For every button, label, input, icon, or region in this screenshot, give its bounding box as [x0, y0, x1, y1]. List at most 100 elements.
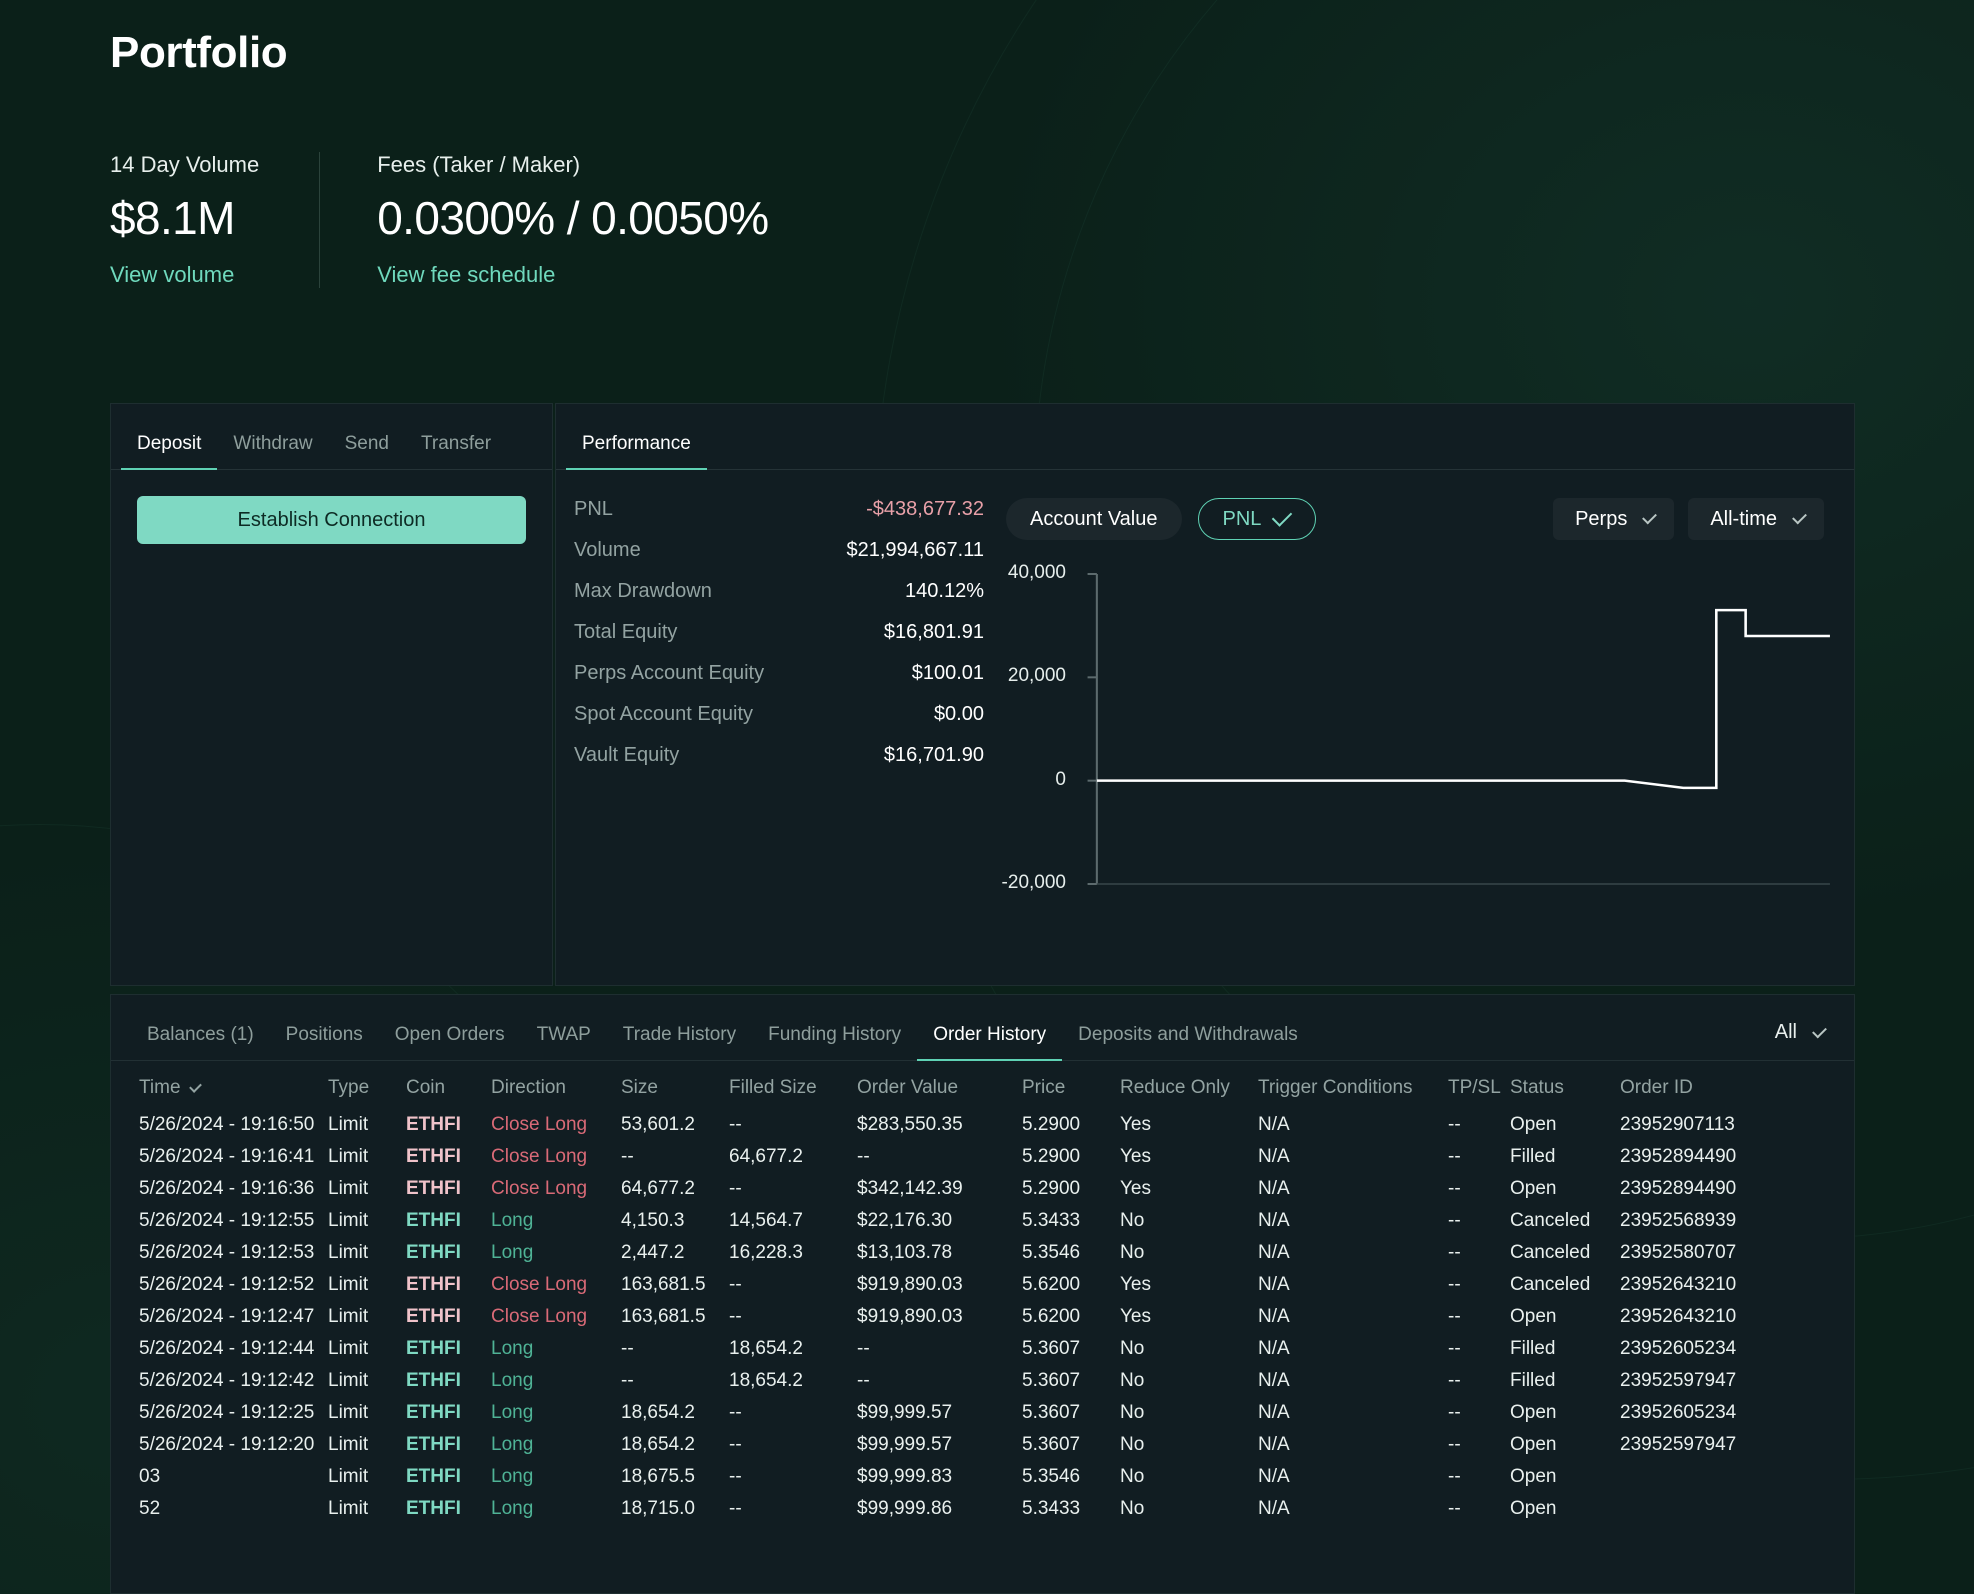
tab-withdraw[interactable]: Withdraw	[217, 433, 328, 469]
cell-filled-size: 64,677.2	[729, 1146, 803, 1167]
tab-funding-history[interactable]: Funding History	[752, 1024, 917, 1060]
table-row[interactable]: 5/26/2024 - 19:12:53 Limit ETHFI Long 2,447.…	[111, 1237, 1854, 1269]
cell-status: Filled	[1510, 1146, 1556, 1167]
cell-order-value: $99,999.86	[857, 1498, 953, 1519]
table-row[interactable]: 5/26/2024 - 19:12:25 Limit ETHFI Long 18,654…	[111, 1397, 1854, 1429]
cell-order-id: 23952894490	[1620, 1178, 1737, 1199]
cell-reduce-only: Yes	[1120, 1114, 1151, 1135]
cell-direction: Close Long	[491, 1178, 588, 1199]
cell-direction: Long	[491, 1370, 534, 1391]
table-row[interactable]: 5/26/2024 - 19:16:50 Limit ETHFI Close Long…	[111, 1109, 1854, 1141]
table-row[interactable]: 5/26/2024 - 19:16:41 Limit ETHFI Close Long…	[111, 1141, 1854, 1173]
tab-trade-history[interactable]: Trade History	[607, 1024, 752, 1060]
table-row[interactable]: 5/26/2024 - 19:16:36 Limit ETHFI Close Long…	[111, 1173, 1854, 1205]
cell-coin: ETHFI	[406, 1338, 461, 1359]
market-dropdown[interactable]: Perps	[1553, 498, 1675, 540]
tab-transfer[interactable]: Transfer	[405, 433, 507, 469]
cell-direction: Long	[491, 1402, 534, 1423]
cell-size: 4,150.3	[621, 1210, 685, 1231]
cell-size: 18,715.0	[621, 1498, 695, 1519]
cell-direction: Close Long	[491, 1114, 588, 1135]
cell-filled-size: 14,564.7	[729, 1210, 803, 1231]
cell-time: 5/26/2024 - 19:16:50	[139, 1114, 315, 1135]
table-row[interactable]: 5/26/2024 - 19:12:55 Limit ETHFI Long 4,150.…	[111, 1205, 1854, 1237]
filter-dropdown[interactable]: All	[1774, 1021, 1827, 1044]
cell-status: Open	[1510, 1306, 1557, 1327]
tab-positions[interactable]: Positions	[270, 1024, 379, 1060]
cell-order-id: 23952597947	[1620, 1370, 1737, 1391]
toggle-pnl[interactable]: PNL	[1197, 498, 1317, 540]
cell-reduce-only: No	[1120, 1210, 1145, 1231]
cell-size: --	[621, 1338, 634, 1359]
cell-size: 2,447.2	[621, 1242, 685, 1263]
cell-filled-size: --	[729, 1402, 742, 1423]
cell-direction: Long	[491, 1498, 534, 1519]
tab-twap[interactable]: TWAP	[521, 1024, 607, 1060]
cell-order-value: $22,176.30	[857, 1210, 953, 1231]
cell-coin: ETHFI	[406, 1306, 461, 1327]
cell-order-value: $342,142.39	[857, 1178, 963, 1199]
cell-type: Limit	[328, 1178, 369, 1199]
cell-tpsl: --	[1448, 1434, 1461, 1455]
view-fee-schedule-link[interactable]: View fee schedule	[377, 262, 768, 288]
cell-order-id: 23952605234	[1620, 1338, 1737, 1359]
cell-filled-size: 18,654.2	[729, 1338, 803, 1359]
cell-status: Open	[1510, 1114, 1557, 1135]
toggle-account-value[interactable]: Account Value	[1006, 498, 1182, 540]
tab-deposits-and-withdrawals[interactable]: Deposits and Withdrawals	[1062, 1024, 1314, 1060]
tab-balances-1[interactable]: Balances (1)	[131, 1024, 270, 1060]
cell-price: 5.2900	[1022, 1178, 1081, 1199]
table-row[interactable]: 5/26/2024 - 19:12:47 Limit ETHFI Close Long…	[111, 1301, 1854, 1333]
performance-tabbar: Performance	[556, 404, 1854, 470]
cell-coin: ETHFI	[406, 1178, 461, 1199]
performance-stat-value: $21,994,667.11	[846, 539, 984, 561]
cell-trigger-conditions: N/A	[1258, 1146, 1290, 1167]
cell-tpsl: --	[1448, 1178, 1461, 1199]
tab-open-orders[interactable]: Open Orders	[379, 1024, 521, 1060]
cell-tpsl: --	[1448, 1306, 1461, 1327]
cell-filled-size: --	[729, 1114, 742, 1135]
cell-trigger-conditions: N/A	[1258, 1242, 1290, 1263]
chart-column: Account Value PNL Perps All-time 40,000 …	[984, 498, 1832, 896]
table-row[interactable]: 52 Limit ETHFI Long 18,715.0 -- $99,999.86 5.34…	[111, 1493, 1854, 1525]
toggle-pnl-label: PNL	[1222, 507, 1262, 530]
cell-size: 18,654.2	[621, 1434, 695, 1455]
column-header-trigger-conditions: Trigger Conditions	[1258, 1077, 1413, 1098]
chevron-down-icon	[1792, 509, 1807, 525]
establish-connection-button[interactable]: Establish Connection	[137, 496, 526, 544]
performance-stat-label: Max Drawdown	[574, 580, 712, 602]
table-row[interactable]: 03 Limit ETHFI Long 18,675.5 -- $99,999.83 5.35…	[111, 1461, 1854, 1493]
cell-reduce-only: Yes	[1120, 1306, 1151, 1327]
cell-trigger-conditions: N/A	[1258, 1370, 1290, 1391]
column-header-time[interactable]: Time	[111, 1061, 324, 1109]
cell-direction: Close Long	[491, 1146, 588, 1167]
cell-trigger-conditions: N/A	[1258, 1178, 1290, 1199]
table-row[interactable]: 5/26/2024 - 19:12:52 Limit ETHFI Close Long…	[111, 1269, 1854, 1301]
volume-stat: 14 Day Volume $8.1M View volume	[110, 152, 319, 288]
cell-type: Limit	[328, 1338, 369, 1359]
performance-stat-value: $0.00	[933, 703, 984, 725]
cell-coin: ETHFI	[406, 1146, 461, 1167]
cell-filled-size: 16,228.3	[729, 1242, 803, 1263]
view-volume-link[interactable]: View volume	[110, 262, 259, 288]
cell-coin: ETHFI	[406, 1242, 461, 1263]
cell-status: Canceled	[1510, 1210, 1591, 1231]
cell-price: 5.6200	[1022, 1306, 1081, 1327]
cell-status: Open	[1510, 1178, 1557, 1199]
y-axis-tick-label: 0	[1055, 768, 1066, 790]
account-tabbar: Deposit Withdraw Send Transfer	[111, 404, 552, 470]
table-row[interactable]: 5/26/2024 - 19:12:20 Limit ETHFI Long 18,654…	[111, 1429, 1854, 1461]
filter-dropdown-label: All	[1774, 1021, 1797, 1043]
table-row[interactable]: 5/26/2024 - 19:12:44 Limit ETHFI Long -- 18,6…	[111, 1333, 1854, 1365]
connect-wrapper: Establish Connection	[111, 470, 552, 544]
range-dropdown[interactable]: All-time	[1688, 498, 1824, 540]
tab-send[interactable]: Send	[329, 433, 405, 469]
cell-time: 52	[139, 1498, 161, 1519]
cell-trigger-conditions: N/A	[1258, 1498, 1290, 1519]
tab-deposit[interactable]: Deposit	[121, 433, 218, 470]
tab-performance[interactable]: Performance	[566, 433, 707, 470]
cell-trigger-conditions: N/A	[1258, 1306, 1290, 1327]
cell-order-value: --	[857, 1146, 870, 1167]
tab-order-history[interactable]: Order History	[917, 1024, 1063, 1061]
table-row[interactable]: 5/26/2024 - 19:12:42 Limit ETHFI Long -- 18,6…	[111, 1365, 1854, 1397]
